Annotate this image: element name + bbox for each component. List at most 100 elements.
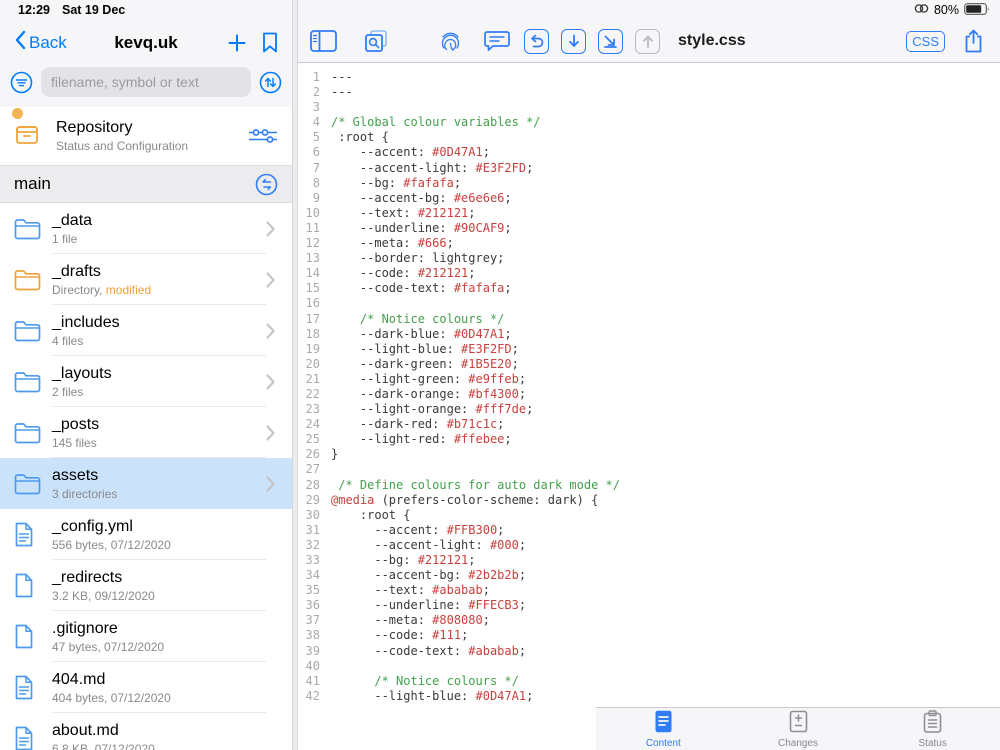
clock: 12:29 bbox=[18, 3, 50, 17]
line-number: 32 bbox=[298, 538, 320, 553]
back-chevron-icon bbox=[14, 30, 26, 55]
file-row-about-md[interactable]: about.md6.8 KB, 07/12/2020 bbox=[0, 713, 292, 750]
line-number: 38 bbox=[298, 628, 320, 643]
code-line: 20 --dark-green: #1B5E20; bbox=[298, 357, 1000, 372]
file-detail: 4 files bbox=[52, 334, 258, 348]
file-detail: 556 bytes, 07/12/2020 bbox=[52, 538, 258, 552]
file-row-404-md[interactable]: 404.md404 bytes, 07/12/2020 bbox=[0, 662, 292, 713]
code-line: 30 :root { bbox=[298, 508, 1000, 523]
filter-icon[interactable] bbox=[10, 71, 33, 94]
code-editor[interactable]: 1---2---34/* Global colour variables */5… bbox=[298, 63, 1000, 707]
tab-label: Status bbox=[919, 738, 947, 749]
chevron-right-icon bbox=[266, 221, 292, 237]
line-number: 35 bbox=[298, 583, 320, 598]
share-icon[interactable] bbox=[963, 28, 984, 54]
code-line: 25 --light-red: #ffebee; bbox=[298, 432, 1000, 447]
content-tab-icon bbox=[654, 710, 673, 736]
line-number: 42 bbox=[298, 689, 320, 704]
editor-pane: style.css CSS 1---2---34/* Global colour… bbox=[298, 0, 1000, 750]
file-row-posts[interactable]: _posts145 files bbox=[0, 407, 292, 458]
file-row-assets[interactable]: assets3 directories bbox=[0, 458, 292, 509]
code-line: 26} bbox=[298, 447, 1000, 462]
tab-changes[interactable]: Changes bbox=[731, 708, 866, 750]
changes-tab-icon bbox=[789, 710, 808, 736]
code-line: 18 --dark-blue: #0D47A1; bbox=[298, 327, 1000, 342]
search-files-icon[interactable] bbox=[363, 28, 389, 54]
code-line: 21 --light-green: #e9ffeb; bbox=[298, 372, 1000, 387]
code-line: 41 /* Notice colours */ bbox=[298, 674, 1000, 689]
line-number: 27 bbox=[298, 462, 320, 477]
file-row-data[interactable]: _data1 file bbox=[0, 203, 292, 254]
sidebar: Back kevq.uk bbox=[0, 0, 292, 750]
code-line: 13 --border: lightgrey; bbox=[298, 251, 1000, 266]
commit-icon[interactable] bbox=[598, 29, 623, 54]
code-line: 7 --accent-light: #E3F2FD; bbox=[298, 161, 1000, 176]
file-row-layouts[interactable]: _layouts2 files bbox=[0, 356, 292, 407]
switch-branch-icon[interactable] bbox=[255, 173, 278, 196]
line-number: 8 bbox=[298, 176, 320, 191]
tab-content[interactable]: Content bbox=[596, 708, 731, 750]
folder-icon bbox=[14, 421, 52, 444]
language-badge[interactable]: CSS bbox=[906, 31, 945, 52]
sort-icon[interactable] bbox=[259, 71, 282, 94]
push-icon[interactable] bbox=[635, 29, 660, 54]
file-icon bbox=[14, 573, 52, 598]
file-name: _layouts bbox=[52, 364, 258, 383]
file-row-drafts[interactable]: _drafts Directory, modified bbox=[0, 254, 292, 305]
line-number: 17 bbox=[298, 312, 320, 327]
line-number: 3 bbox=[298, 100, 320, 115]
line-number: 33 bbox=[298, 553, 320, 568]
back-button[interactable]: Back bbox=[14, 30, 67, 55]
file-icon bbox=[14, 624, 52, 649]
file-name: _redirects bbox=[52, 568, 258, 587]
code-line: 3 bbox=[298, 100, 1000, 115]
search-input[interactable] bbox=[41, 67, 251, 97]
code-line: 35 --text: #ababab; bbox=[298, 583, 1000, 598]
code-line: 19 --light-blue: #E3F2FD; bbox=[298, 342, 1000, 357]
code-line: 28 /* Define colours for auto dark mode … bbox=[298, 478, 1000, 493]
sidebar-toggle-icon[interactable] bbox=[310, 30, 337, 52]
pane-divider[interactable] bbox=[292, 0, 298, 750]
code-line: 6 --accent: #0D47A1; bbox=[298, 145, 1000, 160]
line-number: 24 bbox=[298, 417, 320, 432]
file-detail: Directory, modified bbox=[52, 283, 258, 297]
file-row-includes[interactable]: _includes4 files bbox=[0, 305, 292, 356]
code-line: 10 --text: #212121; bbox=[298, 206, 1000, 221]
line-number: 2 bbox=[298, 85, 320, 100]
graph-icon[interactable] bbox=[248, 125, 278, 147]
folder-icon bbox=[14, 217, 52, 240]
hotspot-icon bbox=[914, 3, 929, 17]
file-row-config-yml[interactable]: _config.yml556 bytes, 07/12/2020 bbox=[0, 509, 292, 560]
file-row-gitignore[interactable]: .gitignore47 bytes, 07/12/2020 bbox=[0, 611, 292, 662]
code-line: 36 --underline: #FFECB3; bbox=[298, 598, 1000, 613]
file-detail: 47 bytes, 07/12/2020 bbox=[52, 640, 258, 654]
line-number: 30 bbox=[298, 508, 320, 523]
sidebar-nav: Back kevq.uk bbox=[0, 20, 292, 65]
tab-label: Content bbox=[646, 738, 681, 749]
code-line: 42 --light-blue: #0D47A1; bbox=[298, 689, 1000, 704]
file-row-redirects[interactable]: _redirects3.2 KB, 09/12/2020 bbox=[0, 560, 292, 611]
bookmark-icon[interactable] bbox=[262, 32, 278, 53]
undo-icon[interactable] bbox=[524, 29, 549, 54]
comment-icon[interactable] bbox=[484, 29, 510, 53]
file-name: 404.md bbox=[52, 670, 258, 689]
code-line: 27 bbox=[298, 462, 1000, 477]
line-number: 36 bbox=[298, 598, 320, 613]
code-line: 22 --dark-orange: #bf4300; bbox=[298, 387, 1000, 402]
line-number: 12 bbox=[298, 236, 320, 251]
tab-status[interactable]: Status bbox=[865, 708, 1000, 750]
pull-icon[interactable] bbox=[561, 29, 586, 54]
file-name: _posts bbox=[52, 415, 258, 434]
line-number: 29 bbox=[298, 493, 320, 508]
code-line: 8 --bg: #fafafa; bbox=[298, 176, 1000, 191]
branch-header: main bbox=[0, 166, 292, 203]
folder-icon bbox=[14, 319, 52, 342]
fingerprint-icon[interactable] bbox=[439, 30, 462, 53]
add-icon[interactable] bbox=[228, 34, 246, 52]
line-number: 4 bbox=[298, 115, 320, 130]
line-number: 34 bbox=[298, 568, 320, 583]
code-line: 38 --code: #111; bbox=[298, 628, 1000, 643]
repository-row[interactable]: Repository Status and Configuration bbox=[0, 107, 292, 166]
line-number: 26 bbox=[298, 447, 320, 462]
file-name: _drafts bbox=[52, 262, 258, 281]
